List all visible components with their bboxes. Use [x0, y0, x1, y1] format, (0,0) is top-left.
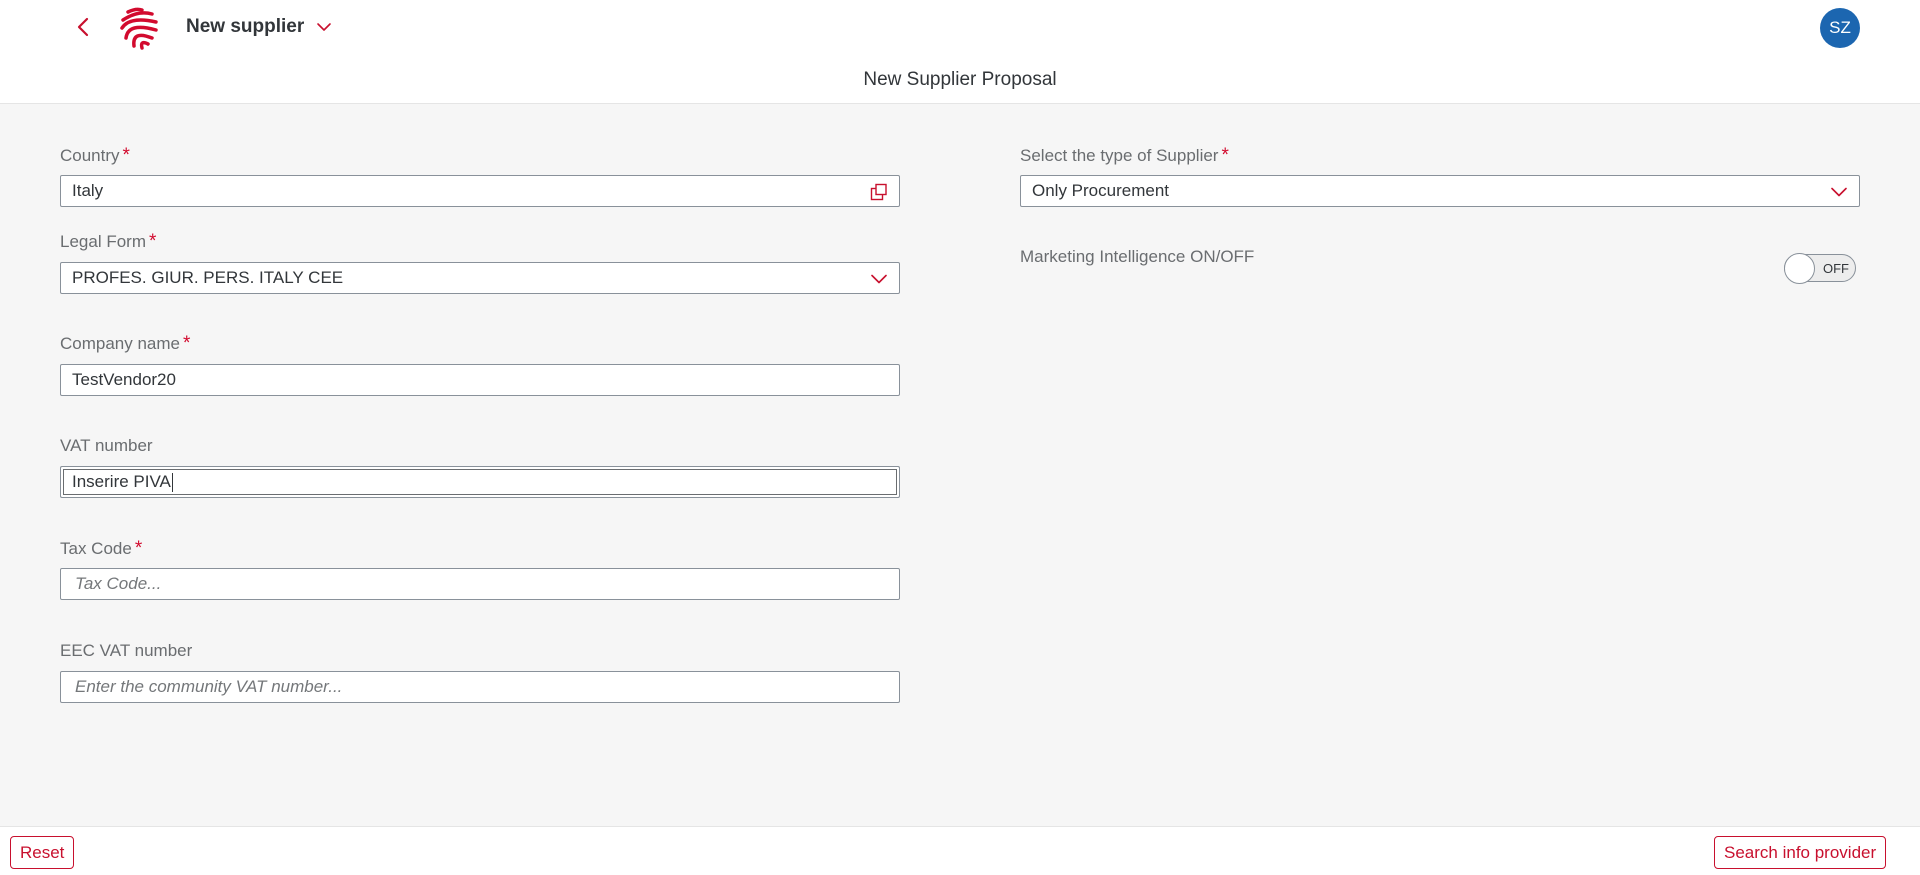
required-marker: *: [134, 538, 143, 559]
eec-vat-label: EEC VAT number: [60, 641, 193, 660]
footer-toolbar: Reset Search info provider: [0, 826, 1920, 875]
reset-button[interactable]: Reset: [10, 836, 75, 869]
text-cursor: [171, 472, 173, 492]
page-title: New Supplier Proposal: [863, 69, 1057, 90]
required-marker: *: [148, 231, 157, 252]
vat-number-label: VAT number: [60, 436, 153, 455]
legal-form-select[interactable]: PROFES. GIUR. PERS. ITALY CEE: [60, 262, 900, 294]
eec-vat-placeholder: Enter the community VAT number...: [75, 677, 343, 696]
required-marker: *: [183, 333, 191, 354]
supplier-type-select[interactable]: Only Procurement: [1020, 175, 1860, 207]
company-name-label: Company name *: [60, 333, 191, 354]
eec-vat-input[interactable]: Enter the community VAT number...: [60, 671, 900, 703]
supplier-type-label: Select the type of Supplier *: [1020, 145, 1229, 166]
legal-form-label: Legal Form *: [60, 231, 157, 252]
dropdown-arrow-icon[interactable]: [869, 269, 889, 289]
user-avatar[interactable]: SZ: [1820, 8, 1860, 48]
country-field[interactable]: Italy: [60, 175, 900, 207]
app-title-menu[interactable]: New supplier: [186, 16, 332, 38]
shell-header: New supplier SZ: [0, 0, 1920, 56]
vat-number-input[interactable]: Inserire PIVA: [60, 466, 900, 498]
sub-header: New Supplier Proposal: [0, 56, 1920, 104]
required-marker: *: [1221, 145, 1229, 166]
company-name-value: TestVendor20: [72, 370, 176, 389]
vat-number-value: Inserire PIVA: [72, 472, 171, 491]
value-help-icon[interactable]: [869, 182, 889, 202]
switch-knob: [1784, 253, 1815, 284]
search-info-provider-button[interactable]: Search info provider: [1714, 836, 1887, 869]
country-label: Country *: [60, 145, 130, 166]
marketing-intelligence-label: Marketing Intelligence ON/OFF: [1020, 247, 1255, 266]
required-marker: *: [122, 145, 130, 166]
supplier-type-value: Only Procurement: [1032, 181, 1169, 200]
tax-code-input[interactable]: Tax Code...: [60, 568, 900, 600]
tax-code-label: Tax Code *: [60, 538, 143, 559]
app-title: New supplier: [186, 16, 305, 37]
legal-form-value: PROFES. GIUR. PERS. ITALY CEE: [72, 268, 344, 287]
country-value: Italy: [72, 181, 104, 200]
back-arrow-icon[interactable]: [72, 15, 94, 39]
chevron-down-icon: [316, 16, 332, 38]
dropdown-arrow-icon[interactable]: [1829, 182, 1849, 202]
company-name-input[interactable]: TestVendor20: [60, 364, 900, 396]
marketing-intelligence-switch[interactable]: OFF: [1784, 253, 1856, 284]
switch-state-text: OFF: [1823, 261, 1849, 276]
company-logo: [118, 6, 160, 50]
tax-code-placeholder: Tax Code...: [75, 574, 162, 593]
